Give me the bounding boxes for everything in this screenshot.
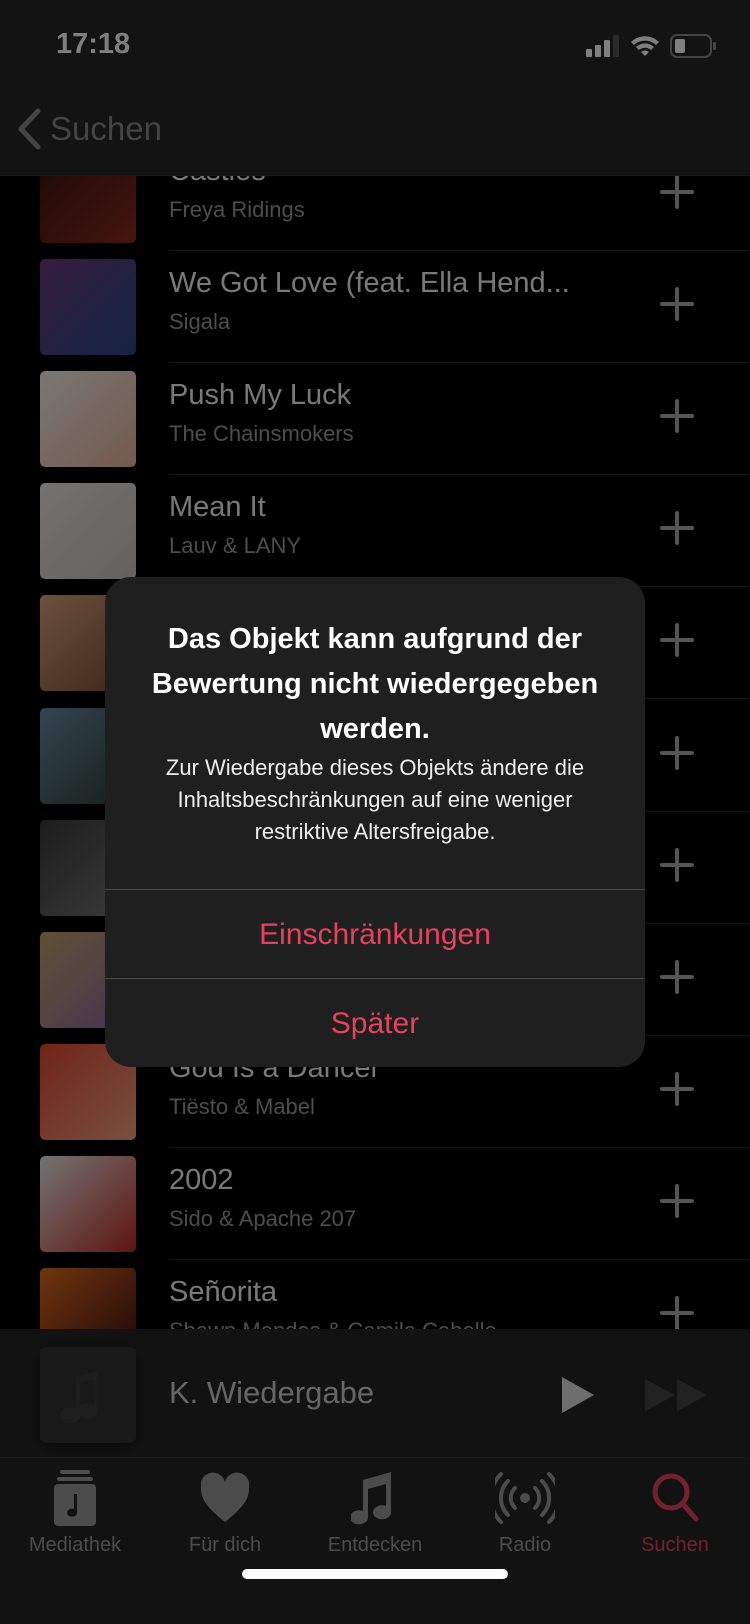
later-button[interactable]: Später [105,978,645,1067]
restrictions-button[interactable]: Einschränkungen [105,889,645,978]
alert-title: Das Objekt kann aufgrund der Bewertung n… [151,623,599,745]
alert-message: Zur Wiedergabe dieses Objekts ändere die… [165,755,585,844]
alert-dialog: Das Objekt kann aufgrund der Bewertung n… [105,577,645,1067]
home-indicator[interactable] [242,1569,508,1579]
